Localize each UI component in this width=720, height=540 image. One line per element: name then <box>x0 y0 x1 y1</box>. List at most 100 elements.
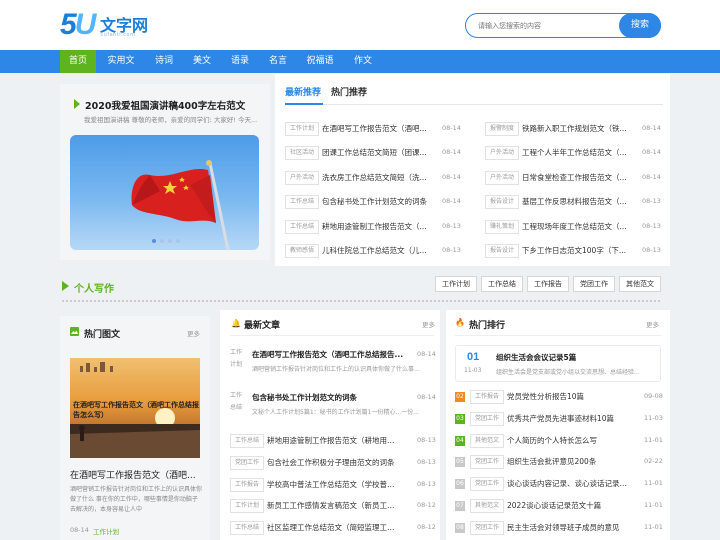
recommend-item[interactable]: 报告设计 下乡工作日志范文100字（下... 08-13 <box>485 244 663 258</box>
nav-item-famous-sayings[interactable]: 名言 <box>260 50 296 73</box>
nav-item-essays[interactable]: 作文 <box>344 50 382 73</box>
hot-image-title[interactable]: 在酒吧写工作报告范文（酒吧... <box>70 468 202 481</box>
recommend-item[interactable]: 教师感悟 儿科住院总工作总结范文（儿... 08-13 <box>285 244 463 258</box>
latest-more-link[interactable]: 更多 <box>422 319 435 329</box>
recommend-item[interactable]: 户外活动 日常食堂检查工作报告范文（... 08-14 <box>485 170 663 185</box>
item-title: 工程个人半年工作总结范文（... <box>522 148 627 158</box>
item-title: 优秀共产党员先进事迹材料10篇 <box>507 413 615 423</box>
ranking-item[interactable]: 03 党团工作 优秀共产党员先进事迹材料10篇 11-03 <box>455 411 663 426</box>
latest-item[interactable]: 工作总结 耕地用途管制工作报告范文（耕地用途... 08-13 <box>230 434 436 448</box>
ranking-more-link[interactable]: 更多 <box>646 319 659 329</box>
tab-active-indicator <box>285 103 323 105</box>
search-box: 搜索 <box>465 13 661 38</box>
nav-item-poetry[interactable]: 诗词 <box>146 50 182 73</box>
featured-title[interactable]: 2020我爱祖国演讲稿400字左右范文 <box>85 98 245 112</box>
item-tag[interactable]: 其他范文 <box>470 433 505 448</box>
site-logo[interactable]: 5U 文字网 5ufanti.com <box>60 8 170 41</box>
recommend-item[interactable]: 户外活动 洗衣房工作总结范文简短（洗... 08-14 <box>285 170 463 185</box>
item-date: 08-14 <box>442 172 461 181</box>
writing-tag[interactable]: 工作计划 <box>435 276 477 292</box>
item-tag[interactable]: 党团工作 <box>230 455 265 470</box>
item-tag[interactable]: 社区活动 <box>285 146 320 161</box>
nav-item-quotes[interactable]: 语录 <box>222 50 258 73</box>
item-title: 学校高中普法工作总结范文（学校普法... <box>267 479 395 489</box>
featured-image[interactable] <box>70 135 259 250</box>
latest-item[interactable]: 工作计划 新员工工作感情发言稿范文（新员工的... 08-12 <box>230 499 436 514</box>
writing-tag[interactable]: 其他范文 <box>619 276 661 292</box>
latest-item[interactable]: 党团工作 包含社会工作积极分子理由范文的词条 08-13 <box>230 455 436 470</box>
ranking-item[interactable]: 04 其他范文 个人简历的个人特长怎么写 11-01 <box>455 433 663 448</box>
nav-item-prose[interactable]: 美文 <box>184 50 220 73</box>
item-title: 工程现场年度工作总结范文（... <box>522 221 627 231</box>
nav-item-blessings[interactable]: 祝福语 <box>298 50 342 73</box>
item-tag[interactable]: 党团工作 <box>470 477 505 492</box>
nav-item-practical[interactable]: 实用文 <box>102 50 140 73</box>
item-date: 11-01 <box>644 479 663 488</box>
search-button[interactable]: 搜索 <box>619 13 661 38</box>
item-date: 08-14 <box>417 393 436 401</box>
item-tag[interactable]: 工作报告 <box>230 477 265 492</box>
ranking-item[interactable]: 05 党团工作 组织生活会批评意见200条 02-22 <box>455 455 663 470</box>
ranking-top-card[interactable]: 01 11-03 组织生活会会议记录5篇 组织生活会是党支部或党小组以交流思想、… <box>455 345 661 382</box>
item-tag[interactable]: 报告设计 <box>485 244 520 258</box>
item-tag[interactable]: 户外活动 <box>285 170 320 185</box>
hot-image-thumbnail[interactable]: 在酒吧写工作报告范文（酒吧工作总结报告怎么写） <box>70 358 200 458</box>
recommend-item[interactable]: 工作总结 包含秘书处工作计划范文的词条 08-14 <box>285 195 463 210</box>
writing-tag[interactable]: 工作总结 <box>481 276 523 292</box>
carousel-dot[interactable] <box>160 239 164 243</box>
item-title: 在酒吧写工作报告范文（酒吧... <box>322 124 427 133</box>
item-title: 包含社会工作积极分子理由范文的词条 <box>267 457 395 467</box>
writing-tag[interactable]: 工作报告 <box>527 276 569 292</box>
item-tag[interactable]: 工作计划 <box>230 499 265 514</box>
tab-hot[interactable]: 热门推荐 <box>331 85 367 98</box>
item-tag[interactable]: 工作总结 <box>230 434 265 448</box>
item-tag[interactable]: 工作总结 <box>285 195 320 210</box>
carousel-dots[interactable] <box>150 236 182 245</box>
ranking-item[interactable]: 02 工作报告 党员党性分析报告10篇 09-08 <box>455 390 663 404</box>
play-icon <box>74 99 80 109</box>
ranking-item[interactable]: 08 党团工作 民主生活会对领导班子成员的意见 11-01 <box>455 520 663 535</box>
ranking-item[interactable]: 07 其他范文 2022谈心谈话记录范文十篇 11-01 <box>455 499 663 513</box>
item-tag[interactable]: 党团工作 <box>470 520 505 535</box>
item-title: 党员党性分析报告10篇 <box>507 392 585 401</box>
nav-item-home[interactable]: 首页 <box>60 50 96 73</box>
tab-latest[interactable]: 最新推荐 <box>285 85 321 98</box>
latest-featured-item[interactable]: 工作 总结 包含秘书处工作计划范文的词条 文秘个人工作计划5篇1：秘书的工作计划篇1… <box>230 388 436 422</box>
item-tag[interactable]: 其他范文 <box>470 499 505 513</box>
rank-badge: 07 <box>455 501 465 511</box>
search-input[interactable] <box>466 14 616 37</box>
recommend-item[interactable]: 赚礼策划 工程现场年度工作总结范文（... 08-13 <box>485 219 663 234</box>
recommend-item[interactable]: 报告设计 基层工作反思材料报告范文（... 08-13 <box>485 195 663 210</box>
item-tag[interactable]: 报告设计 <box>485 195 520 210</box>
recommend-item[interactable]: 户外活动 工程个人半年工作总结范文（... 08-14 <box>485 146 663 161</box>
item-tag[interactable]: 工作报告 <box>470 390 505 404</box>
carousel-dot[interactable] <box>152 239 156 243</box>
item-title: 儿科住院总工作总结范文（儿... <box>322 246 427 255</box>
item-tag[interactable]: 赚礼策划 <box>485 219 520 234</box>
latest-item[interactable]: 工作报告 学校高中普法工作总结范文（学校普法... 08-13 <box>230 477 436 492</box>
item-tag[interactable]: 工作总结 <box>285 219 320 234</box>
site-header: 5U 文字网 5ufanti.com 搜索 <box>0 0 720 50</box>
hot-images-more-link[interactable]: 更多 <box>187 328 200 338</box>
item-title: 团课工作总结范文简短（团课... <box>322 148 427 158</box>
item-tag[interactable]: 教师感悟 <box>285 244 320 258</box>
item-tag[interactable]: 户外活动 <box>485 146 520 161</box>
recommend-item[interactable]: 工作计划 在酒吧写工作报告范文（酒吧... 08-14 <box>285 122 463 136</box>
latest-featured-item[interactable]: 工作 计划 在酒吧写工作报告范文（酒吧工作总结报告... 酒吧营销工作报告针对岗位和… <box>230 345 436 379</box>
item-tag[interactable]: 工作计划 <box>285 122 320 136</box>
carousel-dot[interactable] <box>176 239 180 243</box>
item-tag[interactable]: 报警制度 <box>485 122 520 136</box>
latest-item[interactable]: 工作总结 社区监理工作总结范文（简短监理工作... 08-12 <box>230 521 436 536</box>
recommend-item[interactable]: 报警制度 铁路新入职工作规划范文（铁... 08-14 <box>485 122 663 136</box>
item-tag[interactable]: 工作总结 <box>230 521 265 536</box>
carousel-dot[interactable] <box>168 239 172 243</box>
hot-image-date: 08-14 <box>70 526 89 534</box>
recommend-item[interactable]: 工作总结 耕地用途管制工作报告范文（... 08-13 <box>285 219 463 234</box>
item-tag[interactable]: 党团工作 <box>470 411 505 426</box>
writing-tag[interactable]: 党团工作 <box>573 276 615 292</box>
ranking-item[interactable]: 06 党团工作 谈心谈话内容记录、谈心谈话记录范... 11-01 <box>455 477 663 492</box>
item-tag[interactable]: 户外活动 <box>485 170 520 185</box>
recommend-item[interactable]: 社区活动 团课工作总结范文简短（团课... 08-14 <box>285 146 463 161</box>
item-tag[interactable]: 党团工作 <box>470 455 505 470</box>
hot-image-tag[interactable]: 工作计划 <box>93 526 119 536</box>
